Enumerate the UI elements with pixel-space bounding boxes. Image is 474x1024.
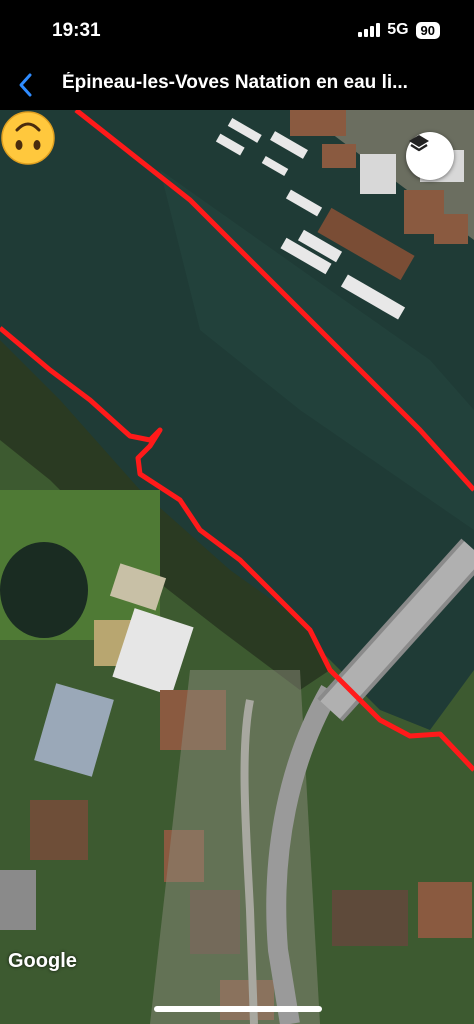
upside-down-face-emoji	[1, 111, 55, 165]
signal-icon	[358, 23, 381, 37]
map-layers-button[interactable]	[406, 132, 454, 180]
map-imagery	[0, 110, 474, 1024]
page-title: Épineau-les-Voves Natation en eau li...	[62, 72, 408, 93]
chevron-left-icon	[19, 73, 32, 97]
status-bar: 19:31 5G 90	[0, 0, 474, 60]
network-type: 5G	[387, 21, 409, 38]
layers-icon	[409, 135, 429, 152]
satellite-map[interactable]: Google	[0, 110, 474, 1024]
status-indicators: 5G 90	[358, 21, 440, 39]
google-attribution: Google	[8, 950, 77, 972]
status-time: 19:31	[52, 20, 101, 41]
navigation-bar: Épineau-les-Voves Natation en eau li...	[0, 60, 474, 110]
battery-level: 90	[415, 21, 440, 39]
back-button[interactable]	[12, 70, 42, 100]
home-indicator[interactable]	[154, 1006, 322, 1012]
